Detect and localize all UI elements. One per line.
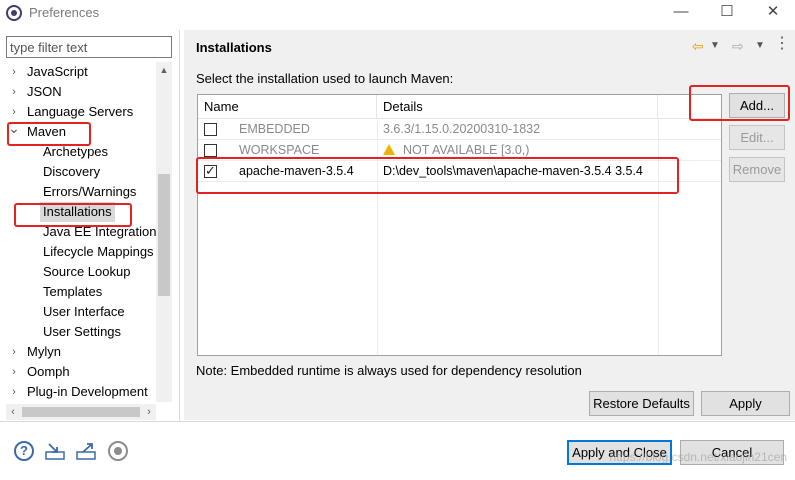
tree-item-label: Errors/Warnings: [43, 184, 137, 199]
preference-tree: › JavaScript › JSON › Language Servers ⌄ Maven A…: [6, 62, 156, 402]
tree-item-label: Oomph: [27, 364, 70, 379]
installation-checkbox[interactable]: [204, 123, 217, 136]
back-dropdown-icon[interactable]: ▼: [710, 38, 720, 54]
tree-item-label: JavaScript: [27, 64, 88, 79]
table-header: Name Details: [198, 95, 721, 119]
annotation-installations: [14, 203, 132, 227]
record-icon[interactable]: [108, 441, 128, 461]
pane-divider[interactable]: [179, 30, 180, 422]
filter-input[interactable]: [6, 36, 172, 58]
restore-defaults-button[interactable]: Restore Defaults: [589, 391, 694, 416]
scroll-left-arrow-icon[interactable]: ‹: [6, 404, 20, 420]
expand-right-chevron-icon[interactable]: ›: [8, 382, 20, 402]
tree-item-label: Mylyn: [27, 344, 61, 359]
warning-icon: [383, 144, 395, 155]
tree-vertical-scrollbar[interactable]: ▲: [156, 62, 172, 402]
expand-right-chevron-icon[interactable]: ›: [8, 362, 20, 382]
watermark: https://blog.csdn.net/xiaojin21cen: [609, 450, 787, 464]
page-title: Installations: [196, 40, 272, 55]
annotation-add-button: [689, 85, 790, 121]
minimize-button[interactable]: —: [658, 0, 704, 26]
title-bar: Preferences — ☐ ✕: [0, 0, 795, 26]
view-menu-icon[interactable]: ⋮: [774, 36, 790, 52]
expand-right-chevron-icon[interactable]: ›: [8, 82, 20, 102]
annotation-selected-row: [196, 157, 679, 194]
tree-item-label: User Settings: [43, 324, 122, 339]
forward-arrow-icon[interactable]: ⇨: [732, 38, 744, 54]
maximize-button[interactable]: ☐: [704, 0, 750, 26]
close-window-button[interactable]: ✕: [750, 0, 795, 26]
embedded-runtime-note: Note: Embedded runtime is always used fo…: [196, 363, 582, 378]
window-title: Preferences: [29, 5, 100, 20]
tree-item-label: User Interface: [43, 304, 125, 319]
expand-right-chevron-icon[interactable]: ›: [8, 62, 20, 82]
tree-item-label: Language Servers: [27, 104, 134, 119]
installation-details: 3.6.3/1.15.0.20200310-1832: [383, 122, 541, 136]
table-row[interactable]: EMBEDDED 3.6.3/1.15.0.20200310-1832: [198, 119, 721, 140]
column-header-name[interactable]: Name: [198, 95, 377, 119]
vertical-scroll-thumb[interactable]: [158, 174, 170, 296]
forward-dropdown-icon[interactable]: ▼: [755, 38, 765, 54]
help-icon[interactable]: ?: [14, 441, 34, 461]
tree-item-label: Discovery: [43, 164, 101, 179]
tree-item-label: Source Lookup: [43, 264, 131, 279]
tree-horizontal-scrollbar[interactable]: ‹ ›: [6, 404, 156, 420]
page-header: Installations ⇦ ▼ ⇨ ▼ ⋮: [184, 30, 795, 64]
expand-right-chevron-icon[interactable]: ›: [8, 342, 20, 362]
installation-details-text: NOT AVAILABLE [3.0,): [403, 143, 530, 157]
apply-button[interactable]: Apply: [701, 391, 790, 416]
installation-name: EMBEDDED: [239, 122, 310, 136]
tree-item-label: Templates: [43, 284, 103, 299]
tree-item-label: JSON: [27, 84, 62, 99]
tree-item-label: Lifecycle Mappings: [43, 244, 154, 259]
back-arrow-icon[interactable]: ⇦: [692, 38, 704, 54]
scroll-up-arrow-icon[interactable]: ▲: [156, 62, 172, 78]
export-preferences-icon[interactable]: [76, 441, 96, 461]
horizontal-scroll-thumb[interactable]: [22, 407, 140, 417]
scroll-right-arrow-icon[interactable]: ›: [142, 404, 156, 420]
installation-checkbox[interactable]: [204, 144, 217, 157]
eclipse-app-icon: [6, 5, 22, 21]
edit-button[interactable]: Edit...: [729, 125, 785, 150]
column-header-details[interactable]: Details: [377, 95, 658, 119]
remove-button[interactable]: Remove: [729, 157, 785, 182]
instruction-label: Select the installation used to launch M…: [196, 71, 454, 86]
installations-table[interactable]: Name Details EMBEDDED 3.6.3/1.15.0.202003…: [197, 94, 722, 356]
bottom-separator: [0, 421, 795, 422]
annotation-maven: [7, 122, 91, 146]
import-preferences-icon[interactable]: [45, 441, 65, 461]
tree-item-label: Plug-in Development: [27, 384, 148, 399]
